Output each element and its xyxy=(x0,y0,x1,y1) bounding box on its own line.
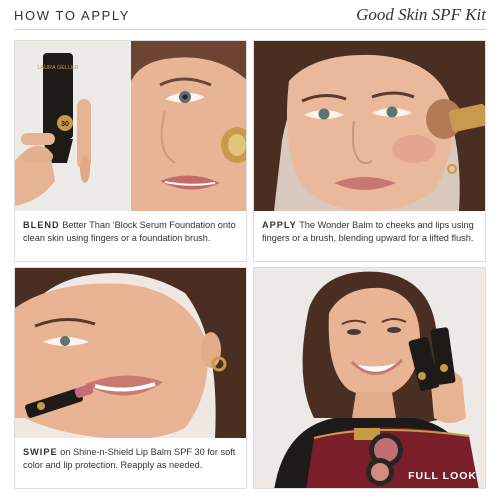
step-swipe-panel: SWIPE on Shine-n-Shield Lip Balm SPF 30 … xyxy=(14,267,247,489)
header-divider xyxy=(14,29,486,30)
full-look-photo xyxy=(254,268,485,488)
spf-badge-text: 30 xyxy=(61,121,69,128)
step-keyword: APPLY xyxy=(262,220,297,230)
step-keyword: BLEND xyxy=(23,220,60,230)
page-header: HOW TO APPLY Good Skin SPF Kit xyxy=(0,0,500,30)
step-blend-photo: LAURA GELLER 30 xyxy=(15,41,246,211)
product-brand-text: LAURA GELLER xyxy=(37,65,78,71)
step-blend-caption: BLEND Better Than ‘Block Serum Foundatio… xyxy=(15,211,246,261)
full-look-panel: FULL LOOK xyxy=(253,267,486,489)
page-title: HOW TO APPLY xyxy=(14,8,131,23)
step-apply-caption: APPLY The Wonder Balm to cheeks and lips… xyxy=(254,211,485,261)
kit-name: Good Skin SPF Kit xyxy=(356,5,486,24)
step-swipe-photo xyxy=(15,268,246,438)
step-apply-panel: APPLY The Wonder Balm to cheeks and lips… xyxy=(253,40,486,262)
step-blend-panel: LAURA GELLER 30 BLEND Better Than ‘Block… xyxy=(14,40,247,262)
step-apply-photo xyxy=(254,41,485,211)
step-swipe-caption: SWIPE on Shine-n-Shield Lip Balm SPF 30 … xyxy=(15,438,246,488)
step-keyword: SWIPE xyxy=(23,447,58,457)
full-look-label: FULL LOOK xyxy=(408,470,477,482)
